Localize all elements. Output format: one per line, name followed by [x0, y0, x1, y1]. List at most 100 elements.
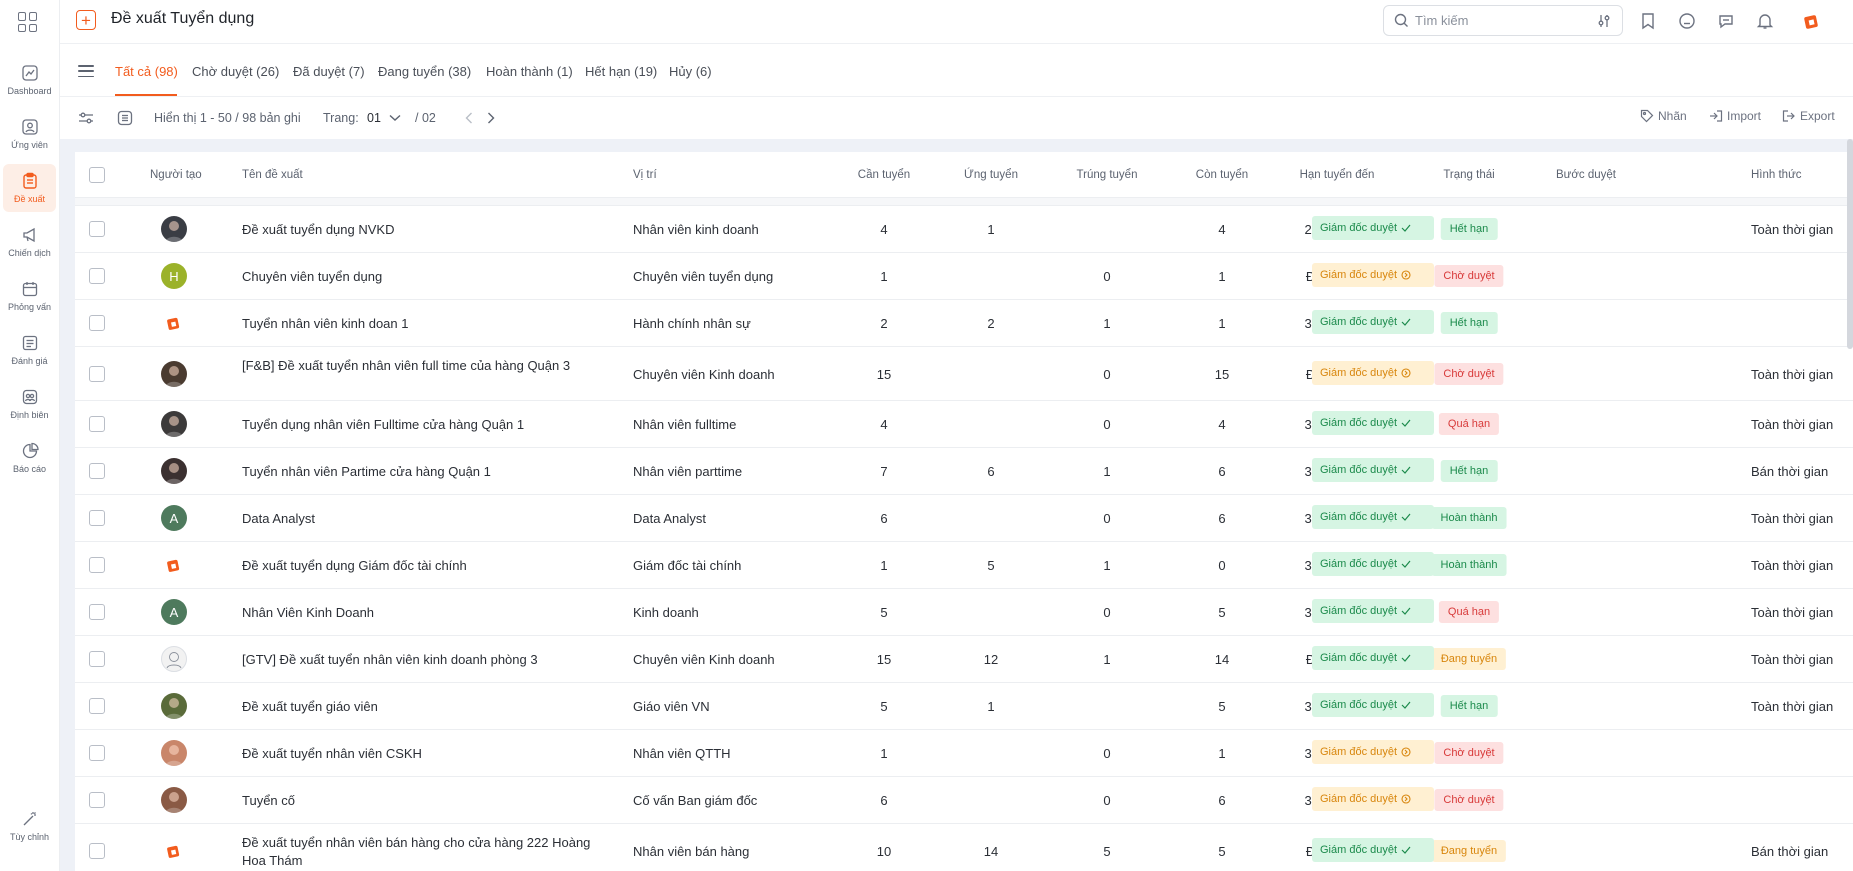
sidebar-item-customize[interactable]: Tùy chỉnh — [3, 802, 56, 850]
table-row[interactable]: H Chuyên viên tuyển dụng Chuyên viên tuy… — [75, 253, 1853, 300]
tag-button[interactable]: Nhãn — [1640, 109, 1687, 123]
bell-icon[interactable] — [1754, 10, 1776, 32]
sidebar-item-candidates[interactable]: Ứng viên — [3, 110, 56, 158]
row-checkbox[interactable] — [89, 557, 105, 573]
table-row[interactable]: [F&B] Đề xuất tuyển nhân viên full time … — [75, 347, 1853, 401]
filter-settings-icon[interactable] — [77, 109, 95, 127]
row-checkbox[interactable] — [89, 651, 105, 667]
row-checkbox[interactable] — [89, 463, 105, 479]
company-logo-icon[interactable] — [1801, 10, 1823, 32]
proposal-name[interactable]: Nhân Viên Kinh Doanh — [242, 605, 374, 620]
select-all-checkbox[interactable] — [89, 167, 105, 183]
table-row[interactable]: Tuyển cố Cố vấn Ban giám đốc 6 0 6 31/07… — [75, 777, 1853, 824]
filter-sliders-icon[interactable] — [1596, 13, 1612, 29]
approval-step-badge[interactable]: Giám đốc duyệt — [1312, 599, 1434, 623]
column-header[interactable]: Ứng tuyển — [964, 169, 1018, 181]
tab-approved[interactable]: Đã duyệt (7) — [293, 64, 365, 79]
proposal-name[interactable]: Data Analyst — [242, 511, 315, 526]
proposal-name[interactable]: Tuyển nhân viên Partime cửa hàng Quận 1 — [242, 464, 491, 479]
tab-expired[interactable]: Hết hạn (19) — [585, 64, 657, 79]
proposal-name[interactable]: [F&B] Đề xuất tuyển nhân viên full time … — [242, 357, 602, 375]
row-checkbox[interactable] — [89, 843, 105, 859]
row-checkbox[interactable] — [89, 745, 105, 761]
row-checkbox[interactable] — [89, 792, 105, 808]
column-header[interactable]: Trúng tuyển — [1077, 169, 1138, 181]
export-button[interactable]: Export — [1782, 109, 1835, 123]
approval-step-badge[interactable]: Giám đốc duyệt — [1312, 740, 1434, 764]
approval-step-badge[interactable]: Giám đốc duyệt — [1312, 216, 1434, 240]
row-checkbox[interactable] — [89, 366, 105, 382]
proposal-name[interactable]: [GTV] Đề xuất tuyển nhân viên kinh doanh… — [242, 652, 538, 667]
proposal-name[interactable]: Đề xuất tuyển dụng Giám đốc tài chính — [242, 558, 467, 573]
table-row[interactable]: Đề xuất tuyển dụng Giám đốc tài chính Gi… — [75, 542, 1853, 589]
add-proposal-button[interactable]: + — [76, 10, 96, 30]
sidebar-item-dashboard[interactable]: Dashboard — [3, 56, 56, 104]
column-header[interactable]: Còn tuyển — [1196, 169, 1248, 181]
row-checkbox[interactable] — [89, 604, 105, 620]
approval-step-badge[interactable]: Giám đốc duyệt — [1312, 693, 1434, 717]
row-checkbox[interactable] — [89, 510, 105, 526]
sidebar-item-evaluations[interactable]: Đánh giá — [3, 326, 56, 374]
approval-step-badge[interactable]: Giám đốc duyệt — [1312, 552, 1434, 576]
sidebar-item-reports[interactable]: Báo cáo — [3, 434, 56, 482]
table-row[interactable]: A Nhân Viên Kinh Doanh Kinh doanh 5 0 5 … — [75, 589, 1853, 636]
approval-step-badge[interactable]: Giám đốc duyệt — [1312, 838, 1434, 862]
tab-pending[interactable]: Chờ duyệt (26) — [192, 64, 279, 79]
approval-step-badge[interactable]: Giám đốc duyệt — [1312, 263, 1434, 287]
apps-grid-icon[interactable] — [18, 12, 38, 32]
approval-step-badge[interactable]: Giám đốc duyệt — [1312, 361, 1434, 385]
next-page-icon[interactable] — [482, 109, 500, 127]
table-row[interactable]: Đề xuất tuyển nhân viên bán hàng cho cửa… — [75, 824, 1853, 871]
table-row[interactable]: Đề xuất tuyển dụng NVKD Nhân viên kinh d… — [75, 206, 1853, 253]
bookmark-icon[interactable] — [1637, 10, 1659, 32]
tab-all[interactable]: Tất cả (98) — [115, 64, 178, 79]
import-button[interactable]: Import — [1709, 109, 1761, 123]
sidebar-item-campaigns[interactable]: Chiến dịch — [3, 218, 56, 266]
proposal-name[interactable]: Đề xuất tuyển nhân viên bán hàng cho cửa… — [242, 834, 602, 870]
table-row[interactable]: Đề xuất tuyển nhân viên CSKH Nhân viên Q… — [75, 730, 1853, 777]
row-checkbox[interactable] — [89, 315, 105, 331]
proposal-name[interactable]: Chuyên viên tuyển dụng — [242, 269, 382, 284]
vertical-scrollbar[interactable] — [1847, 139, 1853, 349]
approval-step-badge[interactable]: Giám đốc duyệt — [1312, 310, 1434, 334]
chat-icon[interactable] — [1715, 10, 1737, 32]
table-row[interactable]: [GTV] Đề xuất tuyển nhân viên kinh doanh… — [75, 636, 1853, 683]
table-row[interactable]: Tuyển nhân viên Partime cửa hàng Quận 1 … — [75, 448, 1853, 495]
list-view-icon[interactable] — [116, 109, 134, 127]
sidebar-item-interviews[interactable]: Phỏng vấn — [3, 272, 56, 320]
row-checkbox[interactable] — [89, 221, 105, 237]
approval-step-badge[interactable]: Giám đốc duyệt — [1312, 411, 1434, 435]
column-header[interactable]: Hạn tuyển đến — [1300, 169, 1375, 181]
column-header[interactable]: Hình thức — [1751, 169, 1802, 181]
tab-recruiting[interactable]: Đang tuyển (38) — [378, 64, 471, 79]
column-header[interactable]: Cần tuyển — [858, 169, 910, 181]
column-header[interactable]: Bước duyệt — [1556, 169, 1616, 181]
proposal-name[interactable]: Tuyển nhân viên kinh doan 1 — [242, 316, 408, 331]
tab-completed[interactable]: Hoàn thành (1) — [486, 64, 573, 79]
chevron-down-icon[interactable] — [386, 109, 404, 127]
column-header[interactable]: Vị trí — [633, 169, 657, 181]
sidebar-item-headcount[interactable]: Định biên — [3, 380, 56, 428]
proposal-name[interactable]: Đề xuất tuyển giáo viên — [242, 699, 378, 714]
row-checkbox[interactable] — [89, 268, 105, 284]
search-input[interactable] — [1415, 13, 1596, 28]
approval-step-badge[interactable]: Giám đốc duyệt — [1312, 505, 1434, 529]
column-header[interactable]: Người tạo — [150, 169, 202, 181]
proposal-name[interactable]: Tuyển cố — [242, 793, 295, 808]
table-row[interactable]: Tuyển dụng nhân viên Fulltime cửa hàng Q… — [75, 401, 1853, 448]
hamburger-menu-icon[interactable] — [78, 65, 94, 77]
proposal-name[interactable]: Đề xuất tuyển dụng NVKD — [242, 222, 394, 237]
prev-page-icon[interactable] — [460, 109, 478, 127]
column-header[interactable]: Trạng thái — [1443, 169, 1494, 181]
row-checkbox[interactable] — [89, 416, 105, 432]
sidebar-item-proposals[interactable]: Đề xuất — [3, 164, 56, 212]
column-header[interactable]: Tên đề xuất — [242, 169, 303, 181]
page-select[interactable]: 01 — [367, 111, 381, 125]
tab-cancelled[interactable]: Hủy (6) — [669, 64, 712, 79]
row-checkbox[interactable] — [89, 698, 105, 714]
table-row[interactable]: A Data Analyst Data Analyst 6 0 6 31/01/… — [75, 495, 1853, 542]
proposal-name[interactable]: Đề xuất tuyển nhân viên CSKH — [242, 746, 422, 761]
approval-step-badge[interactable]: Giám đốc duyệt — [1312, 646, 1434, 670]
table-row[interactable]: Tuyển nhân viên kinh doan 1 Hành chính n… — [75, 300, 1853, 347]
home-icon[interactable] — [1676, 10, 1698, 32]
